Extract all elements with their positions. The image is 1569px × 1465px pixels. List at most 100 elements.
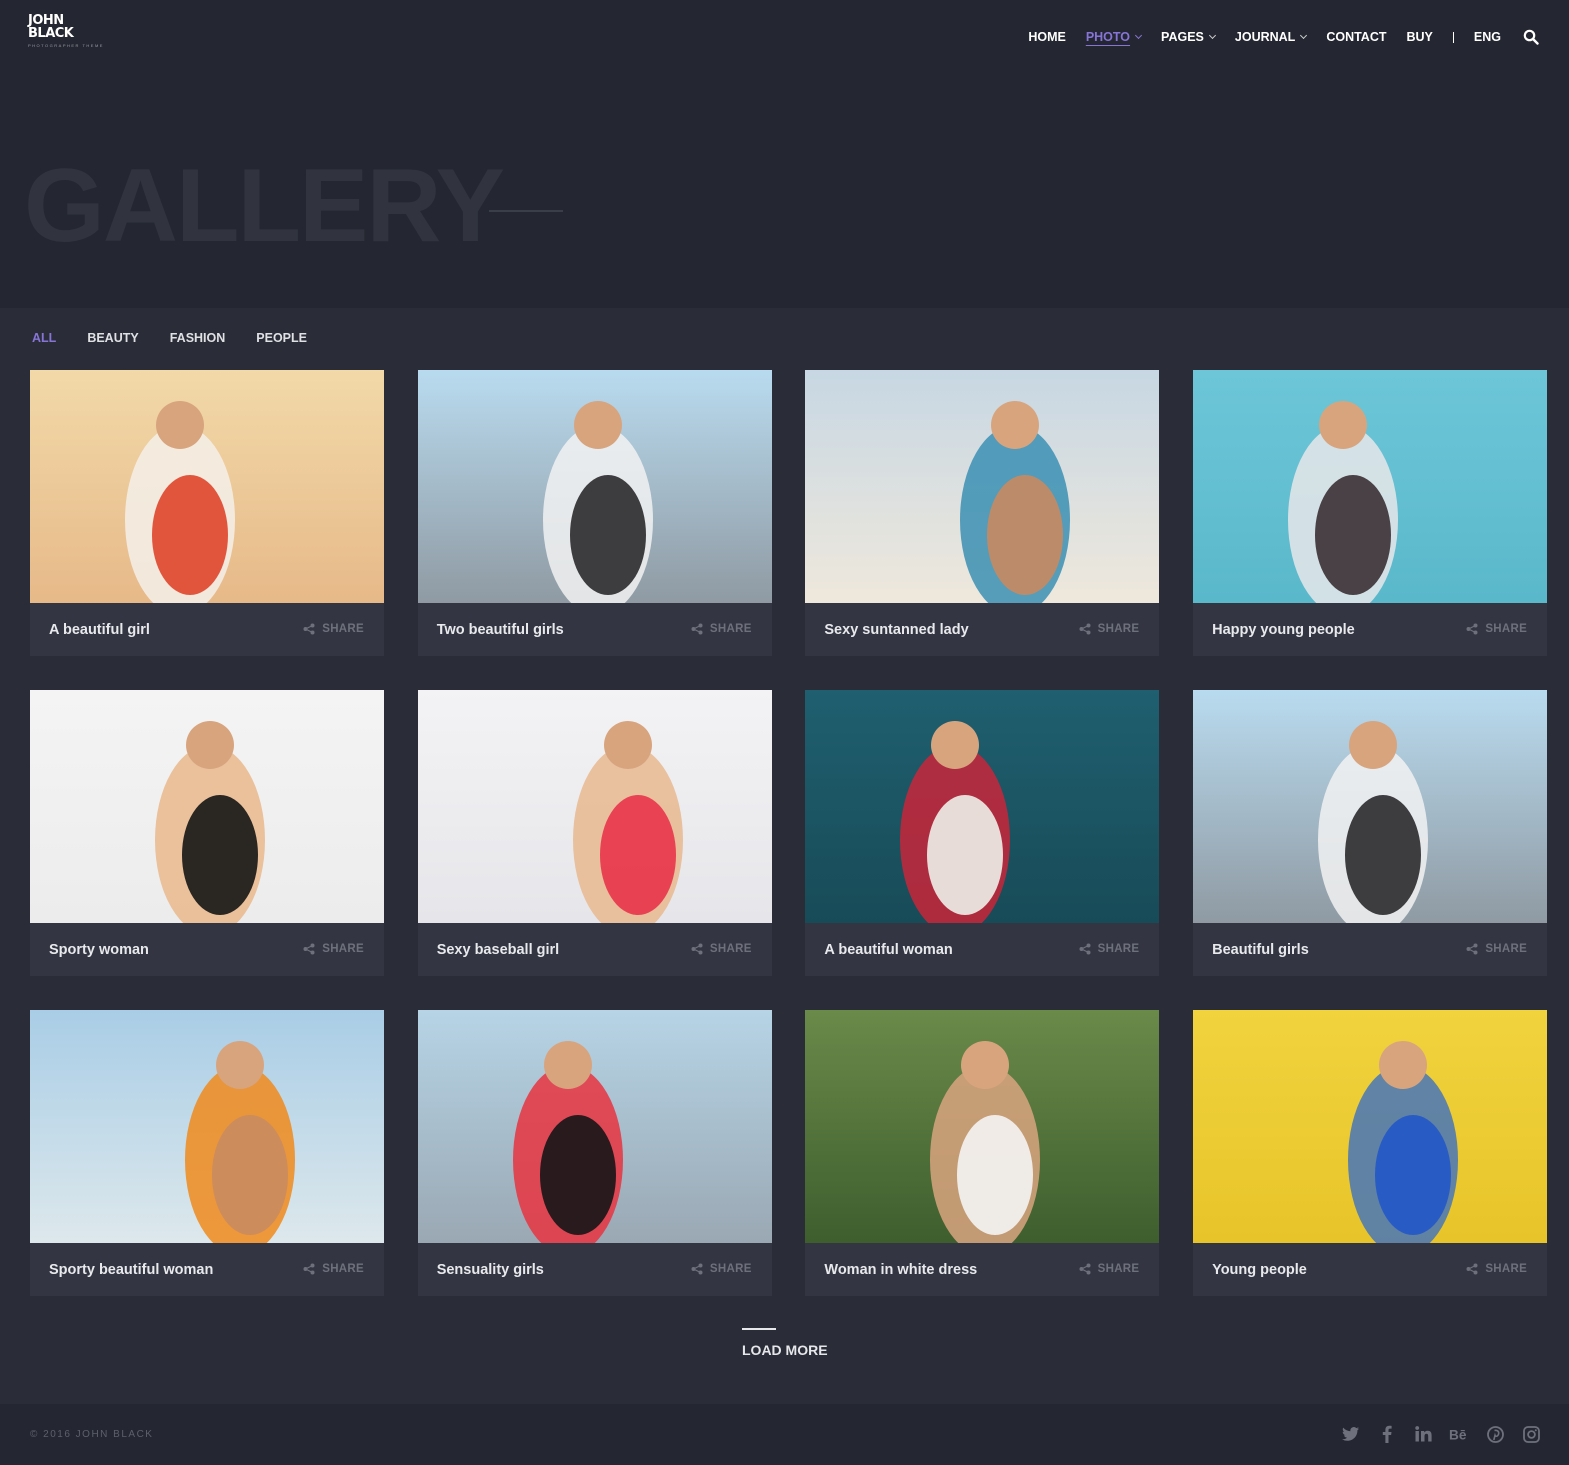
gallery-item[interactable]: Sexy suntanned lady SHARE: [805, 370, 1160, 656]
share-button[interactable]: SHARE: [1466, 1263, 1527, 1275]
gallery-item[interactable]: Woman in white dress SHARE: [805, 1010, 1160, 1296]
nav-item-contact[interactable]: CONTACT: [1326, 30, 1386, 44]
nav-label: CONTACT: [1326, 30, 1387, 44]
search-icon[interactable]: [1523, 29, 1539, 45]
nav-label: PAGES: [1161, 30, 1204, 44]
linkedin-icon[interactable]: [1413, 1424, 1433, 1444]
gallery-caption[interactable]: Two beautiful girls: [437, 622, 564, 638]
gallery-item[interactable]: Sensuality girls SHARE: [417, 1010, 772, 1296]
social-links: Bē: [1325, 1424, 1541, 1444]
instagram-icon[interactable]: [1521, 1424, 1541, 1444]
gallery-caption[interactable]: Sexy suntanned lady: [824, 622, 968, 638]
nav-item-photo[interactable]: PHOTO: [1085, 30, 1143, 44]
copyright: © 2016 JOHN BLACK: [30, 1429, 154, 1440]
language-label: ENG: [1473, 30, 1501, 44]
share-icon: [1079, 623, 1091, 635]
share-icon: [1466, 623, 1478, 635]
gallery-item[interactable]: A beautiful girl SHARE: [30, 370, 384, 656]
nav-item-buy[interactable]: BUY: [1407, 30, 1433, 44]
gallery-photo[interactable]: [805, 690, 1160, 923]
gallery-caption[interactable]: Sporty woman: [49, 942, 149, 958]
share-icon: [303, 943, 315, 955]
gallery-photo[interactable]: [417, 690, 772, 923]
gallery-photo[interactable]: [805, 1010, 1160, 1243]
twitter-icon[interactable]: [1341, 1424, 1361, 1444]
main-nav: HOME PHOTO PAGES JOURNAL CONTACT BUY ENG: [1008, 28, 1539, 46]
logo-line-2: BLACK: [28, 26, 74, 41]
pinterest-icon[interactable]: [1485, 1424, 1505, 1444]
filter-fashion[interactable]: FASHION: [170, 331, 226, 345]
gallery-caption[interactable]: Young people: [1212, 1262, 1307, 1278]
share-button[interactable]: SHARE: [1466, 943, 1527, 955]
gallery-item[interactable]: A beautiful woman SHARE: [805, 690, 1160, 976]
gallery-caption[interactable]: Beautiful girls: [1212, 942, 1309, 958]
nav-label: BUY: [1406, 30, 1433, 44]
facebook-icon[interactable]: [1377, 1424, 1397, 1444]
nav-item-home[interactable]: HOME: [1028, 30, 1066, 44]
svg-text:Bē: Bē: [1449, 1427, 1467, 1441]
chevron-down-icon: [1300, 31, 1308, 40]
share-button[interactable]: SHARE: [1079, 943, 1140, 955]
footer: © 2016 JOHN BLACK Bē: [0, 1404, 1569, 1465]
gallery-item[interactable]: Sporty woman SHARE: [30, 690, 384, 976]
title-divider: [489, 210, 563, 212]
gallery-item[interactable]: Sexy baseball girl SHARE: [417, 690, 772, 976]
gallery-photo[interactable]: [417, 370, 772, 603]
share-button[interactable]: SHARE: [303, 623, 364, 635]
share-label: SHARE: [1485, 1263, 1528, 1275]
gallery-caption[interactable]: Sporty beautiful woman: [49, 1262, 213, 1278]
load-more-label: LOAD MORE: [742, 1342, 828, 1358]
gallery-caption[interactable]: A beautiful girl: [49, 622, 150, 638]
gallery-item[interactable]: Happy young people SHARE: [1193, 370, 1548, 656]
nav-label: PHOTO: [1085, 30, 1131, 44]
gallery-caption[interactable]: Happy young people: [1212, 622, 1355, 638]
share-button[interactable]: SHARE: [1466, 623, 1527, 635]
share-button[interactable]: SHARE: [303, 943, 364, 955]
gallery-photo[interactable]: [1193, 690, 1548, 923]
share-button[interactable]: SHARE: [691, 623, 752, 635]
share-label: SHARE: [322, 1263, 364, 1275]
gallery-photo[interactable]: [30, 370, 384, 603]
gallery-item[interactable]: Beautiful girls SHARE: [1193, 690, 1548, 976]
gallery-caption[interactable]: Woman in white dress: [824, 1262, 977, 1278]
share-label: SHARE: [1097, 623, 1140, 635]
share-label: SHARE: [709, 1263, 752, 1275]
share-button[interactable]: SHARE: [1079, 623, 1140, 635]
share-label: SHARE: [709, 943, 752, 955]
share-icon: [1466, 943, 1478, 955]
gallery-photo[interactable]: [1193, 1010, 1548, 1243]
share-button[interactable]: SHARE: [303, 1263, 364, 1275]
chevron-down-icon: [1208, 31, 1216, 40]
header: JOHN BLACK PHOTOGRAPHER THEME HOME PHOTO P…: [0, 0, 1569, 308]
gallery-item[interactable]: Sporty beautiful woman SHARE: [30, 1010, 384, 1296]
gallery-caption[interactable]: Sensuality girls: [437, 1262, 544, 1278]
share-button[interactable]: SHARE: [691, 943, 752, 955]
filter-people[interactable]: PEOPLE: [256, 331, 307, 345]
gallery-photo[interactable]: [30, 1010, 384, 1243]
gallery-photo[interactable]: [417, 1010, 772, 1243]
nav-item-journal[interactable]: JOURNAL: [1235, 30, 1308, 44]
gallery-item[interactable]: Two beautiful girls SHARE: [417, 370, 772, 656]
gallery-photo[interactable]: [805, 370, 1160, 603]
share-button[interactable]: SHARE: [1079, 1263, 1140, 1275]
logo[interactable]: JOHN BLACK PHOTOGRAPHER THEME: [28, 14, 104, 48]
share-icon: [691, 943, 703, 955]
share-label: SHARE: [322, 623, 364, 635]
share-label: SHARE: [709, 623, 752, 635]
load-more-button[interactable]: LOAD MORE: [742, 1328, 828, 1358]
nav-item-pages[interactable]: PAGES: [1161, 30, 1216, 44]
filter-beauty[interactable]: BEAUTY: [87, 331, 138, 345]
filter-all[interactable]: ALL: [32, 331, 56, 345]
share-icon: [303, 623, 315, 635]
share-button[interactable]: SHARE: [691, 1263, 752, 1275]
gallery-caption[interactable]: A beautiful woman: [824, 942, 952, 958]
page-title: GALLERY: [24, 148, 505, 264]
share-icon: [1079, 943, 1091, 955]
behance-icon[interactable]: Bē: [1449, 1424, 1469, 1444]
load-more-bar: [742, 1328, 776, 1330]
gallery-photo[interactable]: [30, 690, 384, 923]
gallery-caption[interactable]: Sexy baseball girl: [437, 942, 560, 958]
gallery-item[interactable]: Young people SHARE: [1193, 1010, 1548, 1296]
gallery-photo[interactable]: [1193, 370, 1548, 603]
language-switch[interactable]: ENG: [1474, 30, 1501, 44]
